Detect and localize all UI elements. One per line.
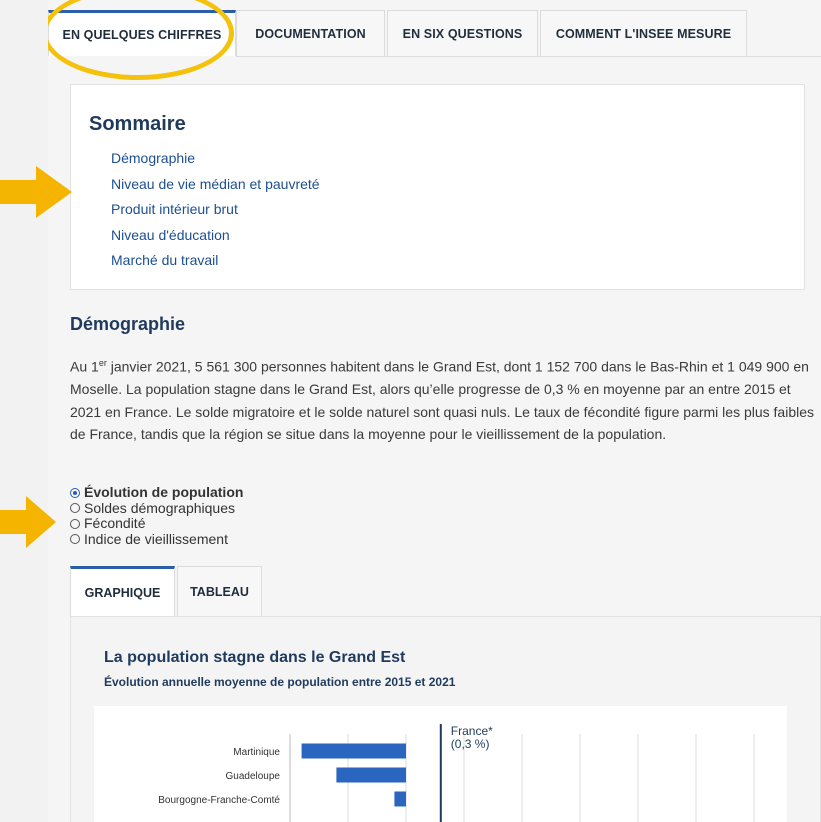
bar	[336, 767, 406, 783]
paragraph-superscript: er	[98, 358, 107, 368]
page-left-margin	[0, 0, 48, 822]
paragraph-text: janvier 2021, 5 561 300 personnes habite…	[70, 358, 814, 443]
chart-subtitle: Évolution annuelle moyenne de population…	[104, 675, 456, 689]
bar	[301, 743, 406, 759]
category-label: Bourgogne-Franche-Comté	[158, 795, 280, 806]
demographie-paragraph: Au 1er janvier 2021, 5 561 300 personnes…	[70, 352, 814, 446]
summary-link-demographie[interactable]: Démographie	[111, 146, 320, 172]
tab-label: EN SIX QUESTIONS	[402, 26, 523, 41]
bar	[394, 791, 406, 807]
summary-link-pib[interactable]: Produit intérieur brut	[111, 197, 320, 223]
subtab-label: TABLEAU	[190, 584, 249, 599]
radio-evolution-population[interactable]: Évolution de population	[70, 484, 244, 501]
radio-label: Évolution de population	[84, 484, 244, 500]
radio-label: Soldes démographiques	[84, 499, 235, 516]
radio-selected-icon	[70, 487, 80, 498]
tab-documentation[interactable]: DOCUMENTATION	[236, 10, 385, 56]
tab-graphique[interactable]: GRAPHIQUE	[70, 566, 175, 616]
bar-chart: Martinique Guadeloupe Bourgogne-Franche-Co…	[158, 724, 755, 822]
chart-panel: La population stagne dans le Grand Est É…	[70, 616, 821, 822]
radio-unselected-icon	[70, 503, 80, 514]
tab-label: EN QUELQUES CHIFFRES	[62, 27, 222, 42]
section-title-demographie: Démographie	[70, 314, 186, 334]
chart-title: La population stagne dans le Grand Est	[104, 649, 406, 666]
reference-label: France*	[451, 724, 493, 738]
radio-soldes-demographiques[interactable]: Soldes démographiques	[70, 499, 243, 517]
summary-box: Sommaire Démographie Niveau de vie média…	[70, 84, 805, 290]
summary-link-marche-travail[interactable]: Marché du travail	[111, 248, 320, 274]
category-label: Guadeloupe	[226, 771, 281, 782]
radio-unselected-icon	[70, 518, 80, 529]
radio-fecondite[interactable]: Fécondité	[70, 515, 243, 532]
tab-label: COMMENT L'INSEE MESURE	[555, 26, 732, 41]
summary-links: Démographie Niveau de vie médian et pauv…	[111, 146, 320, 274]
radio-indice-vieillissement[interactable]: Indice de vieillissement	[70, 530, 243, 548]
category-label: Martinique	[233, 747, 280, 758]
tab-tableau[interactable]: TABLEAU	[177, 566, 262, 616]
reference-value-label: (0,3 %)	[451, 737, 490, 751]
tab-en-six-questions[interactable]: EN SIX QUESTIONS	[387, 10, 538, 56]
subtab-label: GRAPHIQUE	[84, 585, 161, 600]
summary-title: Sommaire	[89, 113, 186, 135]
tab-comment-linsee-mesure[interactable]: COMMENT L'INSEE MESURE	[540, 10, 747, 56]
summary-link-education[interactable]: Niveau d'éducation	[111, 223, 320, 249]
indicator-radio-group: Évolution de population Soldes démograph…	[70, 484, 244, 548]
tab-label: DOCUMENTATION	[255, 26, 366, 41]
radio-label: Indice de vieillissement	[84, 530, 228, 547]
tab-en-quelques-chiffres[interactable]: EN QUELQUES CHIFFRES	[48, 10, 236, 56]
radio-unselected-icon	[70, 534, 80, 545]
summary-link-niveau-de-vie[interactable]: Niveau de vie médian et pauvreté	[111, 172, 320, 198]
radio-label: Fécondité	[84, 515, 146, 531]
tab-bar: EN QUELQUES CHIFFRES DOCUMENTATION EN SI…	[48, 0, 821, 58]
main-content: EN QUELQUES CHIFFRES DOCUMENTATION EN SI…	[48, 0, 821, 822]
tab-bar-divider	[236, 56, 821, 57]
chart-area: Martinique Guadeloupe Bourgogne-Franche-Co…	[94, 706, 787, 822]
paragraph-text-prefix: Au 1	[70, 358, 99, 375]
